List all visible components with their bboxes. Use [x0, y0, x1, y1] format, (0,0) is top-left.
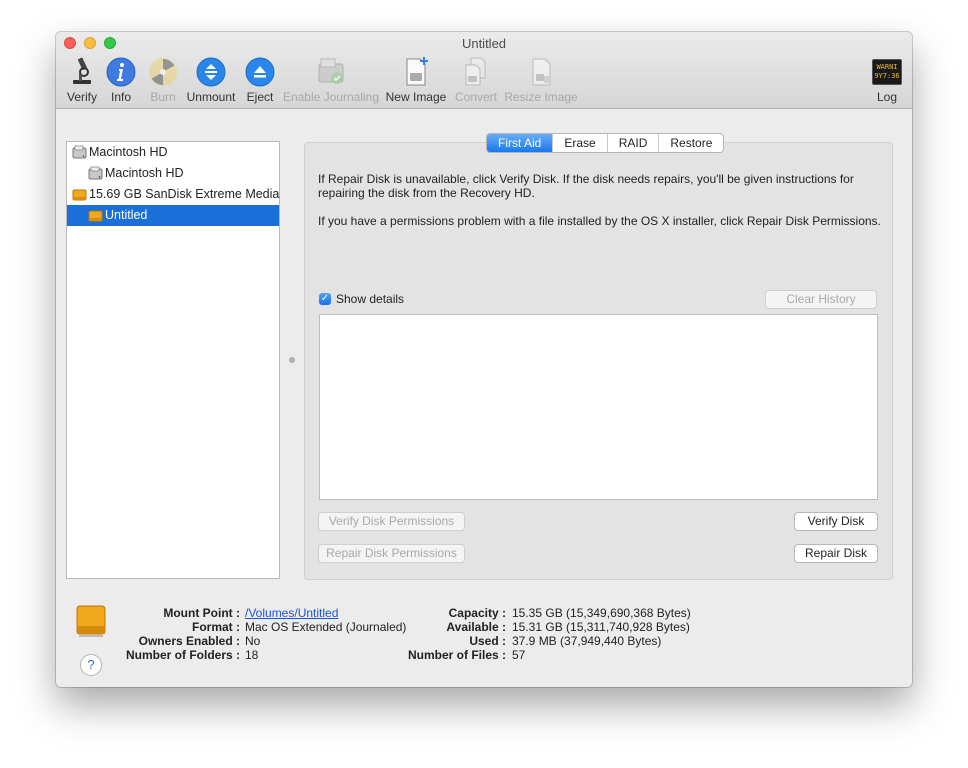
- repair-disk-permissions-button[interactable]: Repair Disk Permissions: [318, 544, 465, 563]
- mount-point-label: Mount Point :: [163, 606, 240, 620]
- folders-value: 18: [245, 648, 259, 662]
- tab-first-aid[interactable]: First Aid: [487, 134, 553, 152]
- files-label: Number of Files :: [407, 648, 506, 662]
- eject-icon: [245, 57, 275, 87]
- capacity-value: 15.35 GB (15,349,690,368 Bytes): [512, 606, 691, 620]
- convert-icon: [465, 57, 486, 86]
- show-details-label: Show details: [336, 292, 405, 306]
- owners-enabled-label: Owners Enabled :: [138, 634, 240, 648]
- used-value: 37.9 MB (37,949,440 Bytes): [512, 634, 662, 648]
- journal-disk-icon: [318, 58, 344, 84]
- permissions-instructions: If you have a permissions problem with a…: [318, 214, 881, 228]
- unmount-icon: [196, 57, 226, 87]
- resize-image-button[interactable]: Resize Image: [504, 56, 578, 106]
- enable-journaling-button[interactable]: Enable Journaling: [282, 56, 380, 106]
- new-image-button[interactable]: New Image: [384, 56, 448, 106]
- sidebar-item-macintosh-hd-volume[interactable]: Macintosh HD: [67, 163, 279, 184]
- verify-disk-button[interactable]: Verify Disk: [794, 512, 878, 531]
- disk-list[interactable]: Macintosh HD Macintosh HD 15.69 GB SanDi…: [66, 141, 280, 579]
- repair-disk-button[interactable]: Repair Disk: [794, 544, 878, 563]
- external-disk-icon: [72, 189, 87, 201]
- clear-history-button[interactable]: Clear History: [765, 290, 877, 309]
- available-value: 15.31 GB (15,311,740,928 Bytes): [512, 620, 690, 634]
- capacity-label: Capacity :: [448, 606, 506, 620]
- mount-point-link[interactable]: /Volumes/Untitled: [245, 606, 338, 620]
- log-button[interactable]: WARNI 9Y7:36 Log: [870, 56, 904, 106]
- tab-raid[interactable]: RAID: [606, 134, 659, 152]
- info-icon: [106, 57, 136, 87]
- eject-button[interactable]: Eject: [242, 56, 278, 106]
- info-button[interactable]: Info: [104, 56, 138, 106]
- tab-restore[interactable]: Restore: [658, 134, 723, 152]
- details-log-area[interactable]: [319, 314, 878, 500]
- toolbar: Untitled Verify Info Burn Unmount Eject …: [56, 32, 912, 109]
- tab-bar: First Aid Erase RAID Restore: [486, 133, 725, 153]
- folders-label: Number of Folders :: [125, 648, 240, 662]
- format-label: Format :: [192, 620, 240, 634]
- owners-enabled-value: No: [245, 634, 261, 648]
- new-image-icon: [406, 57, 428, 86]
- verify-disk-permissions-button[interactable]: Verify Disk Permissions: [318, 512, 465, 531]
- resize-image-icon: [532, 58, 551, 86]
- microscope-icon: [73, 57, 91, 84]
- sidebar-item-macintosh-hd-drive[interactable]: Macintosh HD: [67, 142, 279, 163]
- log-console-icon: WARNI 9Y7:36: [872, 59, 902, 85]
- sidebar-item-sandisk-media[interactable]: 15.69 GB SanDisk Extreme Media: [67, 184, 279, 205]
- convert-button[interactable]: Convert: [452, 56, 500, 106]
- files-value: 57: [512, 648, 526, 662]
- internal-disk-icon: [88, 166, 103, 180]
- unmount-button[interactable]: Unmount: [184, 56, 238, 106]
- external-disk-icon: [88, 210, 103, 222]
- show-details-checkbox[interactable]: ✓: [319, 293, 331, 305]
- splitter-handle[interactable]: [289, 357, 295, 363]
- used-label: Used :: [469, 634, 506, 648]
- verify-button[interactable]: Verify: [62, 56, 102, 106]
- format-value: Mac OS Extended (Journaled): [245, 620, 407, 634]
- burn-button[interactable]: Burn: [144, 56, 182, 106]
- internal-disk-icon: [72, 145, 87, 159]
- available-label: Available :: [446, 620, 506, 634]
- external-disk-icon: [76, 605, 106, 637]
- window-title: Untitled: [461, 36, 507, 51]
- sidebar-item-untitled[interactable]: Untitled: [67, 205, 279, 226]
- help-button[interactable]: ?: [80, 654, 102, 676]
- repair-disk-instructions: If Repair Disk is unavailable, click Ver…: [318, 172, 854, 200]
- tab-erase[interactable]: Erase: [552, 134, 606, 152]
- disk-utility-window: Untitled Verify Info Burn Unmount Eject …: [56, 32, 912, 687]
- radiation-icon: [149, 58, 177, 86]
